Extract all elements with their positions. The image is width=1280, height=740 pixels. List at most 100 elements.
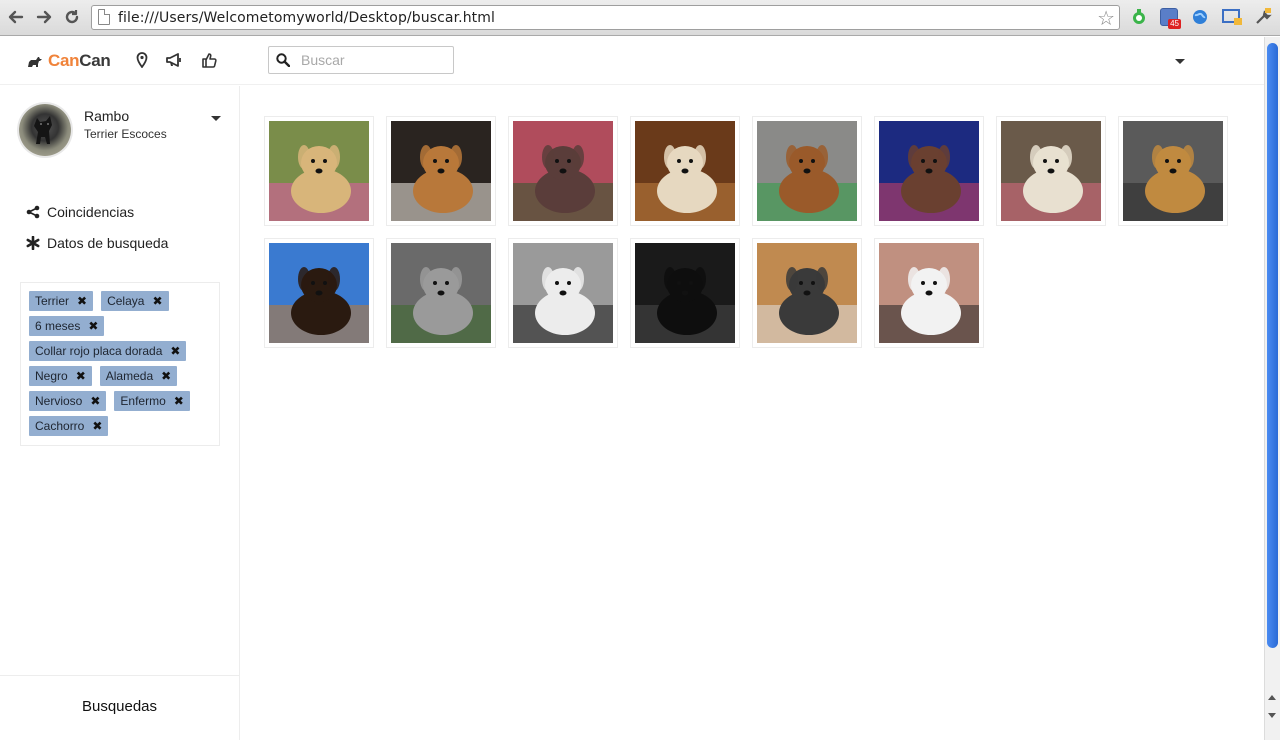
filter-tag: Collar rojo placa dorada ✖ bbox=[29, 340, 187, 361]
avatar bbox=[19, 104, 71, 156]
address-bar[interactable]: file:///Users/Welcometomyworld/Desktop/b… bbox=[91, 5, 1120, 30]
remove-tag-icon[interactable]: ✖ bbox=[170, 344, 180, 358]
filter-tag-label: Enfermo bbox=[120, 393, 166, 408]
remove-tag-icon[interactable]: ✖ bbox=[76, 369, 86, 383]
filter-tag: Terrier ✖ bbox=[29, 290, 94, 311]
search-box[interactable] bbox=[268, 46, 454, 74]
megaphone-icon[interactable] bbox=[165, 52, 181, 68]
mail-extension-icon[interactable]: 45 bbox=[1160, 8, 1181, 29]
forward-arrow-icon[interactable] bbox=[34, 7, 54, 27]
scrollbar-thumb[interactable] bbox=[1267, 43, 1278, 648]
result-thumbnail[interactable] bbox=[508, 116, 618, 226]
app-header: CanCan bbox=[0, 37, 1264, 85]
filter-tag: Negro ✖ bbox=[29, 365, 92, 386]
tag-row: 6 meses ✖ bbox=[29, 313, 219, 338]
scroll-down-icon[interactable] bbox=[1268, 713, 1276, 718]
sidebar-footer[interactable]: Busquedas bbox=[0, 675, 239, 740]
brand-name-part1: Can bbox=[48, 51, 80, 70]
tag-row: Negro ✖ Alameda ✖ bbox=[29, 363, 219, 388]
dog-photo-dachshund-in-cage bbox=[757, 121, 857, 221]
filter-tag: Cachorro ✖ bbox=[29, 415, 109, 436]
remove-tag-icon[interactable]: ✖ bbox=[92, 419, 102, 433]
reload-icon[interactable] bbox=[62, 7, 82, 27]
account-menu-caret-icon[interactable] bbox=[1175, 59, 1185, 64]
globe-extension-icon[interactable] bbox=[1191, 8, 1209, 26]
result-thumbnail[interactable] bbox=[630, 238, 740, 348]
browser-toolbar: file:///Users/Welcometomyworld/Desktop/b… bbox=[0, 0, 1280, 36]
result-thumbnail[interactable] bbox=[508, 238, 618, 348]
result-thumbnail[interactable] bbox=[996, 116, 1106, 226]
sidebar-item-datos-de-busqueda[interactable]: Datos de busqueda bbox=[26, 227, 168, 258]
dog-photo-golden-retriever bbox=[1123, 121, 1223, 221]
filter-tag-label: Collar rojo placa dorada bbox=[35, 343, 163, 358]
sidebar-item-label: Coincidencias bbox=[47, 203, 135, 220]
share-icon bbox=[26, 205, 40, 218]
result-thumbnail[interactable] bbox=[752, 116, 862, 226]
remove-tag-icon[interactable]: ✖ bbox=[174, 394, 184, 408]
result-thumbnail[interactable] bbox=[264, 116, 374, 226]
result-thumbnail[interactable] bbox=[874, 116, 984, 226]
thumbs-up-icon[interactable] bbox=[201, 52, 217, 68]
green-extension-icon[interactable] bbox=[1130, 8, 1148, 26]
result-thumbnail[interactable] bbox=[630, 116, 740, 226]
bookmark-star-icon[interactable]: ☆ bbox=[1097, 6, 1115, 31]
result-thumbnail[interactable] bbox=[1118, 116, 1228, 226]
filter-tag-label: Terrier bbox=[35, 293, 70, 308]
brand-name: CanCan bbox=[48, 51, 111, 71]
tag-row: Collar rojo placa dorada ✖ bbox=[29, 338, 219, 363]
result-thumbnail[interactable] bbox=[264, 238, 374, 348]
sidebar-nav: Coincidencias Datos de busqueda bbox=[26, 196, 168, 258]
map-marker-icon[interactable] bbox=[135, 52, 151, 69]
page-icon bbox=[98, 9, 110, 25]
dog-photo-cream-poodle bbox=[635, 121, 735, 221]
filter-tag-label: Celaya bbox=[107, 293, 145, 308]
filter-tag-label: Cachorro bbox=[35, 418, 85, 433]
busquedas-link[interactable]: Busquedas bbox=[82, 698, 157, 715]
remove-tag-icon[interactable]: ✖ bbox=[88, 319, 98, 333]
filter-tag-label: 6 meses bbox=[35, 318, 81, 333]
search-tags: Terrier ✖ Celaya ✖ 6 meses ✖ Collar rojo placa… bbox=[20, 282, 220, 446]
result-thumbnail[interactable] bbox=[752, 238, 862, 348]
address-url[interactable]: file:///Users/Welcometomyworld/Desktop/b… bbox=[118, 10, 495, 26]
scroll-up-icon[interactable] bbox=[1268, 695, 1276, 700]
result-thumbnail[interactable] bbox=[874, 238, 984, 348]
dog-photo-black-dog bbox=[635, 243, 735, 343]
asterisk-icon bbox=[26, 235, 40, 250]
dog-photo-brown-pitbull bbox=[513, 121, 613, 221]
dog-photo-white-terrier bbox=[1001, 121, 1101, 221]
remove-tag-icon[interactable]: ✖ bbox=[90, 394, 100, 408]
filter-tag: 6 meses ✖ bbox=[29, 315, 105, 336]
back-arrow-icon[interactable] bbox=[6, 7, 26, 27]
brand-logo[interactable]: CanCan bbox=[26, 51, 111, 71]
wrench-icon[interactable] bbox=[1254, 8, 1272, 26]
dog-photo-yellow-lab-with-child bbox=[269, 121, 369, 221]
sidebar-item-label: Datos de busqueda bbox=[47, 234, 169, 251]
mail-badge-count: 45 bbox=[1168, 19, 1181, 29]
remove-tag-icon[interactable]: ✖ bbox=[161, 369, 171, 383]
dog-photo-husky-on-sidewalk bbox=[391, 243, 491, 343]
filter-tag: Alameda ✖ bbox=[99, 365, 178, 386]
search-input[interactable] bbox=[301, 50, 449, 70]
pet-profile[interactable]: Rambo Terrier Escoces bbox=[19, 104, 224, 160]
profile-caret-icon[interactable] bbox=[211, 116, 221, 121]
sidebar-item-coincidencias[interactable]: Coincidencias bbox=[26, 196, 168, 227]
dog-photo-black-tan-pinscher bbox=[269, 243, 369, 343]
tag-row: Cachorro ✖ bbox=[29, 413, 219, 438]
dog-photo-chihuahua-in-box bbox=[879, 243, 979, 343]
filter-tag: Celaya ✖ bbox=[101, 290, 169, 311]
remove-tag-icon[interactable]: ✖ bbox=[152, 294, 162, 308]
remove-tag-icon[interactable]: ✖ bbox=[77, 294, 87, 308]
dog-photo-beagle bbox=[391, 121, 491, 221]
filter-tag-label: Negro bbox=[35, 368, 68, 383]
result-thumbnail[interactable] bbox=[386, 116, 496, 226]
pet-name: Rambo bbox=[84, 108, 130, 124]
result-thumbnail[interactable] bbox=[386, 238, 496, 348]
pet-breed: Terrier Escoces bbox=[84, 127, 167, 141]
filter-tag-label: Nervioso bbox=[35, 393, 83, 408]
dog-photo-small-brown-dog bbox=[879, 121, 979, 221]
tag-row: Nervioso ✖ Enfermo ✖ bbox=[29, 388, 219, 413]
dog-photo-schnauzer bbox=[757, 243, 857, 343]
screen-capture-icon[interactable] bbox=[1222, 8, 1242, 26]
filter-tag: Enfermo ✖ bbox=[114, 390, 190, 411]
page-scrollbar[interactable] bbox=[1264, 37, 1280, 740]
